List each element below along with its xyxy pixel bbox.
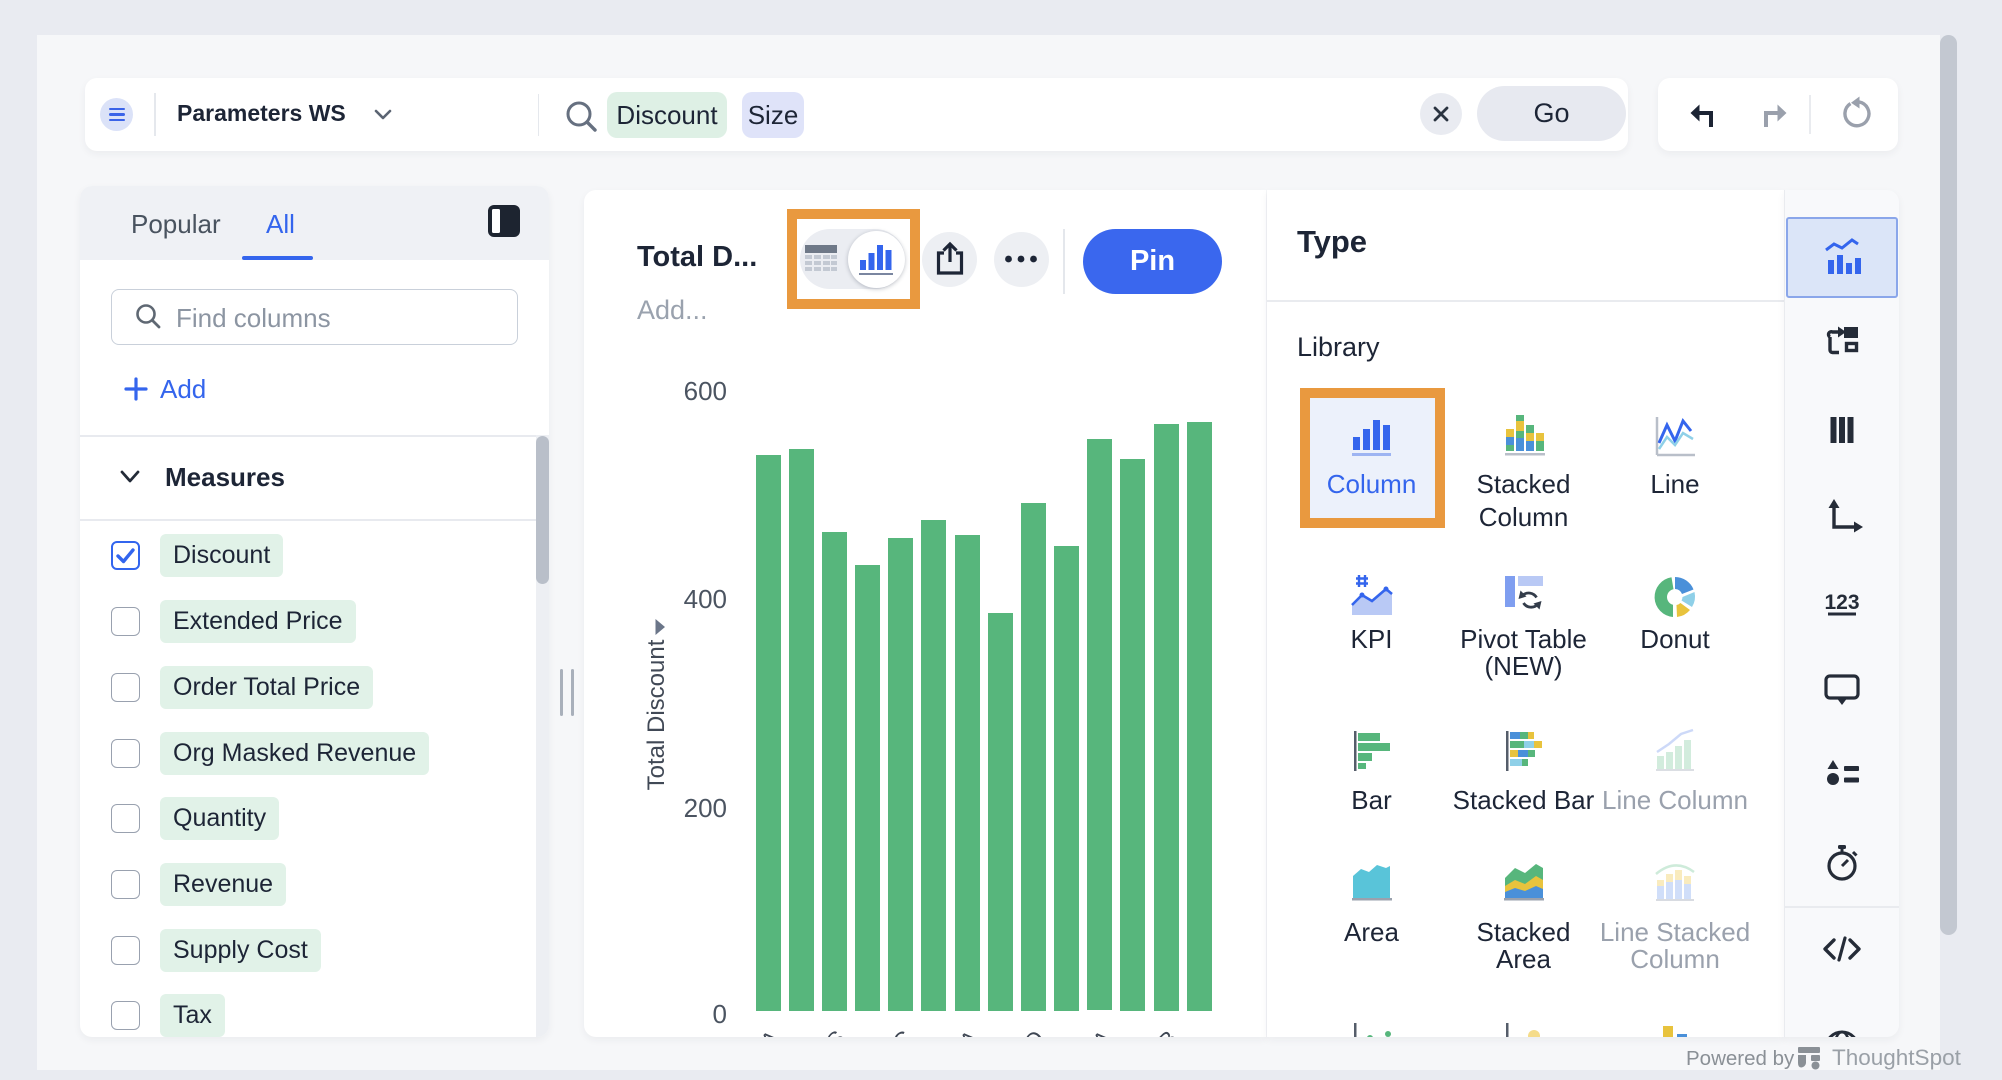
svg-text:123: 123	[1824, 591, 1859, 614]
